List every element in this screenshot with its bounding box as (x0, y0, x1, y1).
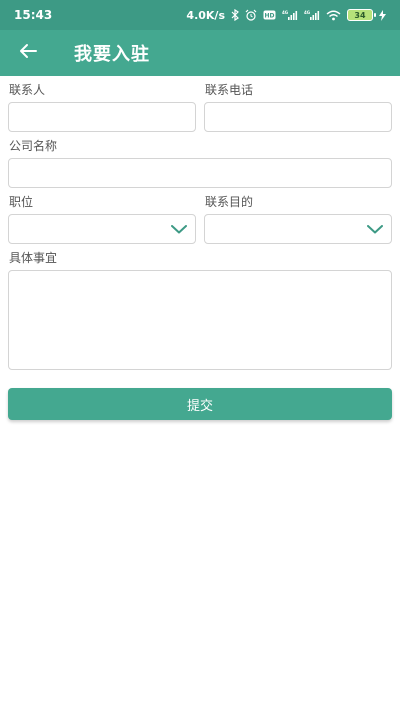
wifi-icon (326, 10, 341, 21)
submit-button[interactable]: 提交 (8, 388, 392, 420)
position-group: 职位 (8, 188, 196, 244)
contact-person-group: 联系人 (8, 76, 196, 132)
status-time: 15:43 (14, 8, 53, 22)
page-title: 我要入驻 (74, 44, 150, 65)
purpose-label: 联系目的 (205, 195, 254, 209)
signal-4g-icon: 4G (282, 10, 298, 21)
status-bar: 15:43 4.0K/s HD 4G 4G 34 (0, 0, 400, 30)
svg-text:4G: 4G (304, 10, 310, 15)
chevron-down-icon (171, 224, 187, 234)
contact-phone-group: 联系电话 (204, 76, 392, 132)
chevron-down-icon (367, 224, 383, 234)
details-textarea[interactable] (8, 270, 392, 370)
network-speed: 4.0K/s (186, 8, 225, 22)
position-label: 职位 (9, 195, 34, 209)
contact-phone-input[interactable] (204, 102, 392, 132)
charging-icon (379, 9, 386, 21)
purpose-select[interactable] (204, 214, 392, 244)
svg-text:4G: 4G (282, 10, 288, 15)
details-label: 具体事宜 (9, 251, 58, 265)
purpose-group: 联系目的 (204, 188, 392, 244)
position-select[interactable] (8, 214, 196, 244)
select-row: 职位 联系目的 (8, 188, 392, 244)
bluetooth-icon (231, 9, 239, 21)
back-button[interactable] (0, 30, 56, 76)
details-group: 具体事宜 (8, 244, 392, 374)
contact-phone-label: 联系电话 (205, 83, 254, 97)
status-icons: 4.0K/s HD 4G 4G 34 (186, 9, 386, 22)
company-name-group: 公司名称 (8, 132, 392, 188)
svg-text:HD: HD (264, 13, 274, 20)
company-name-label: 公司名称 (9, 139, 58, 153)
join-form: 联系人 联系电话 公司名称 职位 联系目的 具体事宜 提交 (8, 76, 392, 420)
alarm-icon (245, 9, 257, 21)
contact-person-input[interactable] (8, 102, 196, 132)
hd-icon: HD (263, 10, 276, 20)
contact-person-label: 联系人 (9, 83, 46, 97)
company-name-input[interactable] (8, 158, 392, 188)
battery-icon: 34 (347, 9, 376, 21)
app-toolbar: 我要入驻 (0, 30, 400, 76)
arrow-left-icon (19, 43, 37, 63)
contact-row: 联系人 联系电话 (8, 76, 392, 132)
signal-4g-icon: 4G (304, 10, 320, 21)
